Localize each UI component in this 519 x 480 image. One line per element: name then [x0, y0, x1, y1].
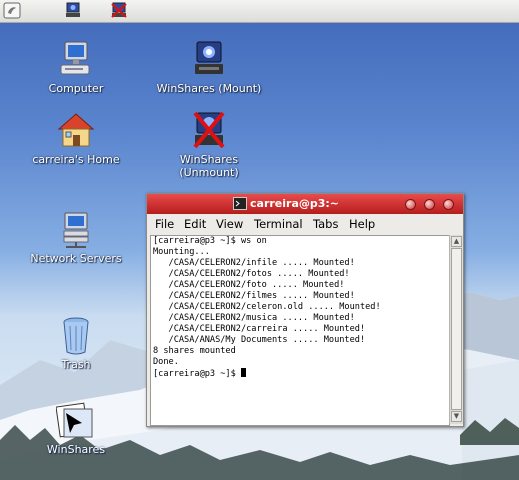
- desktop-icon-winshares-mount[interactable]: WinShares (Mount): [154, 40, 264, 95]
- network-servers-icon: [63, 212, 89, 248]
- window-titlebar[interactable]: carreira@p3:~: [147, 194, 463, 214]
- trash-icon: [63, 317, 89, 355]
- menu-file[interactable]: File: [155, 217, 174, 231]
- home-folder-icon: [57, 113, 95, 147]
- window-title: carreira@p3:~: [250, 197, 340, 210]
- desktop-icon-label: WinShares: [46, 443, 106, 456]
- terminal-line: /CASA/CELERON2/foto ..... Mounted!: [153, 280, 345, 290]
- terminal-line: Mounting...: [153, 247, 210, 257]
- terminal-app-icon: [233, 197, 247, 210]
- winshares-unmount-icon: [193, 111, 225, 149]
- minimize-button[interactable]: [405, 199, 416, 210]
- desktop-icon-label: Computer: [48, 82, 104, 95]
- menu-help[interactable]: Help: [349, 217, 375, 231]
- terminal-line: Done.: [153, 357, 179, 367]
- scrollbar-thumb[interactable]: [451, 248, 462, 410]
- desktop-icon-home[interactable]: carreira's Home: [21, 111, 131, 166]
- menubar: File Edit View Terminal Tabs Help: [147, 214, 463, 234]
- desktop-icon-label: WinShares (Unmount): [179, 153, 239, 179]
- terminal-output[interactable]: [carreira@p3 ~]$ ws on Mounting... /CASA…: [150, 235, 450, 426]
- top-panel: [0, 0, 519, 23]
- winshares-unmount-launcher-icon[interactable]: [110, 2, 128, 19]
- menu-edit[interactable]: Edit: [184, 217, 206, 231]
- menu-terminal[interactable]: Terminal: [254, 217, 303, 231]
- desktop-icon-computer[interactable]: Computer: [21, 40, 131, 95]
- desktop-icon-label: WinShares (Mount): [156, 82, 262, 95]
- vertical-scrollbar[interactable]: ▲ ▼: [449, 235, 463, 424]
- desktop-icon-network-servers[interactable]: Network Servers: [21, 210, 131, 265]
- terminal-line: /CASA/CELERON2/carreira ..... Mounted!: [153, 324, 366, 334]
- desktop-icon-trash[interactable]: Trash: [21, 316, 131, 371]
- terminal-line: /CASA/CELERON2/infile ..... Mounted!: [153, 258, 355, 268]
- desktop-icon-label: carreira's Home: [32, 153, 120, 166]
- terminal-prompt: [carreira@p3 ~]$: [153, 369, 241, 379]
- desktop-icon-winshares-unmount[interactable]: WinShares (Unmount): [154, 111, 264, 179]
- terminal-line: /CASA/CELERON2/filmes ..... Mounted!: [153, 291, 355, 301]
- terminal-line: 8 shares mounted: [153, 346, 236, 356]
- terminal-line: /CASA/CELERON2/celeron.old ..... Mounted…: [153, 302, 381, 312]
- terminal-line: [carreira@p3 ~]$ ws on: [153, 236, 267, 246]
- maximize-button[interactable]: [424, 199, 435, 210]
- terminal-line: /CASA/CELERON2/fotos ..... Mounted!: [153, 269, 350, 279]
- menu-view[interactable]: View: [216, 217, 243, 231]
- menu-tabs[interactable]: Tabs: [313, 217, 338, 231]
- winshares-mount-icon: [195, 41, 223, 74]
- main-menu-icon[interactable]: [3, 2, 21, 19]
- winshares-mount-launcher-icon[interactable]: [64, 2, 82, 19]
- terminal-line: /CASA/ANAS/My Documents ..... Mounted!: [153, 335, 366, 345]
- terminal-window[interactable]: carreira@p3:~ File Edit View Terminal Ta…: [146, 193, 464, 427]
- computer-icon: [60, 41, 90, 75]
- desktop-icon-label: Network Servers: [30, 252, 122, 265]
- close-button[interactable]: [443, 199, 454, 210]
- scroll-down-arrow-icon[interactable]: ▼: [451, 411, 462, 422]
- terminal-line: /CASA/CELERON2/musica ..... Mounted!: [153, 313, 355, 323]
- winshares-app-icon: [56, 402, 93, 438]
- text-cursor: [240, 368, 246, 377]
- terminal-prompt-line: [carreira@p3 ~]$: [151, 368, 449, 380]
- scroll-up-arrow-icon[interactable]: ▲: [451, 236, 462, 247]
- desktop-icon-label: Trash: [61, 358, 91, 371]
- desktop-icon-winshares[interactable]: WinShares: [21, 401, 131, 456]
